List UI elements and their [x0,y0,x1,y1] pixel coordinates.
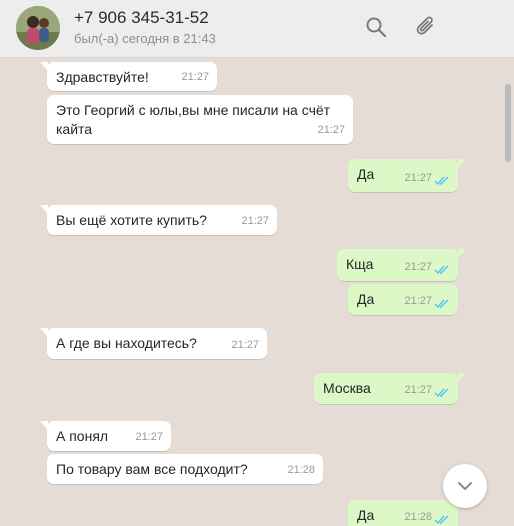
message-incoming[interactable]: Вы ещё хотите купить? 21:27 [47,205,277,235]
message-text: Да [357,507,375,523]
message-text: По товару вам все подходит? [56,461,248,477]
bubble-tail [40,62,48,71]
bubble-tail [458,159,466,168]
message-text: А где вы находитесь? [56,335,197,351]
message-outgoing[interactable]: Да 21:28 [348,500,458,526]
search-icon[interactable] [363,14,389,40]
message-outgoing[interactable]: Москва 21:27 [314,373,458,404]
message-list[interactable]: Здравствуйте! 21:27 Это Георгий с юлы,вы… [0,58,514,526]
message-outgoing[interactable]: Да 21:27 [348,159,458,192]
bubble-tail [40,328,48,337]
message-text: А понял [56,428,109,444]
contact-name[interactable]: +7 906 345-31-52 [74,8,209,28]
message-time: 21:27 [135,431,163,443]
read-check-icon [434,265,449,275]
message-incoming[interactable]: А понял 21:27 [47,421,171,451]
message-time: 21:27 [181,71,209,83]
attach-icon[interactable] [413,14,439,40]
message-time: 21:27 [317,124,345,136]
message-time: 21:27 [404,384,432,396]
scrollbar-thumb[interactable] [505,84,511,162]
message-time: 21:28 [287,464,315,476]
message-time: 21:27 [404,295,432,307]
message-text: Да [357,166,375,182]
message-text: Да [357,291,375,307]
chevron-down-icon [458,482,472,490]
message-text: Вы ещё хотите купить? [56,212,207,228]
last-seen-status: был(-а) сегодня в 21:43 [74,31,216,46]
contact-avatar[interactable] [16,6,60,50]
chat-header: +7 906 345-31-52 был(-а) сегодня в 21:43 [0,0,514,58]
message-time: 21:27 [404,172,432,184]
read-check-icon [434,388,449,398]
message-text: Здравствуйте! [56,69,149,85]
read-check-icon [434,299,449,309]
bubble-tail [40,421,48,430]
bubble-tail [458,249,466,258]
message-incoming[interactable]: А где вы находитесь? 21:27 [47,328,267,359]
message-time: 21:28 [404,511,432,523]
scroll-to-bottom-button[interactable] [443,464,487,508]
message-incoming[interactable]: Здравствуйте! 21:27 [47,62,217,91]
read-check-icon [434,515,449,525]
bubble-tail [458,373,466,382]
message-incoming[interactable]: Это Георгий с юлы,вы мне писали на счёт … [47,95,353,144]
message-text: Это Георгий с юлы,вы мне писали на счёт … [56,102,331,137]
read-check-icon [434,176,449,186]
bubble-tail [40,205,48,214]
message-time: 21:27 [241,215,269,227]
message-outgoing[interactable]: Кща 21:27 [337,249,458,281]
message-outgoing[interactable]: Да 21:27 [348,284,458,315]
message-time: 21:27 [231,339,259,351]
message-time: 21:27 [404,261,432,273]
message-text: Москва [323,380,371,396]
message-text: Кща [346,256,374,272]
message-incoming[interactable]: По товару вам все подходит? 21:28 [47,454,323,484]
